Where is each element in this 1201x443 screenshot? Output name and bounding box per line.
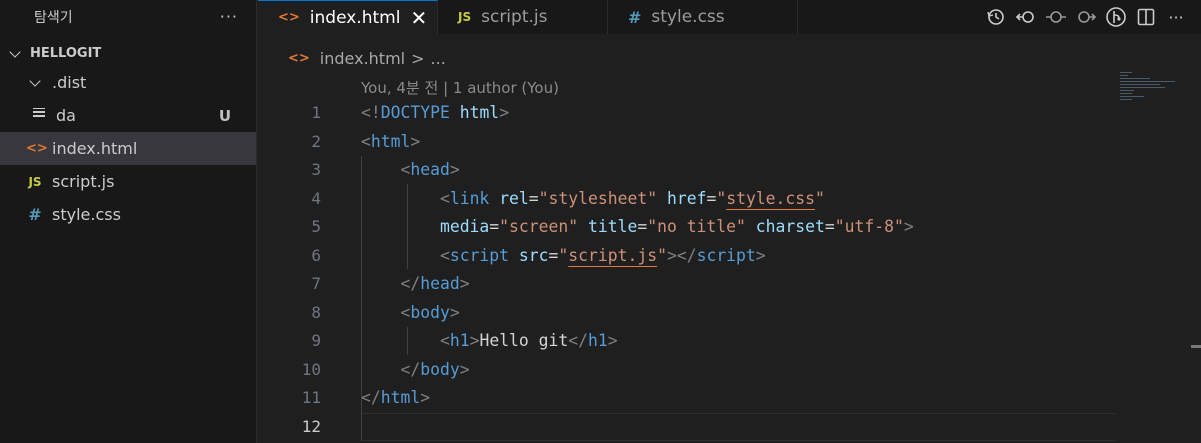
code-line[interactable]: 4 <link rel="stylesheet" href="style.css… (258, 184, 1118, 213)
line-number: 12 (301, 416, 321, 436)
folder-section-header[interactable]: HELLOGIT (0, 41, 256, 66)
breadcrumb-separator: > (411, 48, 425, 68)
breadcrumb-rest[interactable]: ... (431, 49, 446, 68)
tree-item-label: .dist (52, 73, 87, 92)
line-number: 3 (311, 159, 321, 179)
tree-item-dist[interactable]: .dist (0, 66, 256, 99)
code-line[interactable]: 6 <script src="script.js"></script> (258, 241, 1118, 270)
more-actions-icon[interactable]: ··· (220, 7, 238, 26)
scrollbar-marker[interactable] (1191, 345, 1201, 348)
line-number: 5 (311, 216, 321, 236)
lines-file-icon (30, 107, 48, 124)
timeline-history-icon[interactable] (981, 2, 1011, 32)
line-number: 7 (311, 273, 321, 293)
split-editor-icon[interactable] (1131, 2, 1161, 32)
breadcrumb: <> index.html > ... (258, 44, 446, 72)
chevron-down-icon (28, 75, 44, 91)
code-line[interactable]: 8 <body> (258, 298, 1118, 327)
git-graph-icon[interactable] (1101, 2, 1131, 32)
breadcrumb-file[interactable]: index.html (320, 49, 405, 68)
code-line[interactable]: 1 <!DOCTYPE html> (258, 98, 1118, 127)
git-blame-codelens[interactable]: You, 4분 전 | 1 author (You) (361, 77, 559, 98)
code-text: <script src="script.js"></script> (439, 245, 766, 265)
code-text: media="screen" title="no title" charset=… (439, 216, 914, 236)
code-line[interactable]: 10 </body> (258, 355, 1118, 384)
code-text: </body> (400, 359, 470, 379)
tree-item-label: index.html (52, 139, 138, 158)
commit-icon[interactable] (1041, 2, 1071, 32)
explorer-sidebar: 탐색기 ··· HELLOGIT .dist da U <> index.htm… (0, 0, 257, 443)
code-line[interactable]: 9 <h1>Hello git</h1> (258, 326, 1118, 355)
tab-label: style.css (651, 7, 725, 27)
close-icon[interactable]: ✕ (410, 6, 427, 30)
line-number: 4 (311, 188, 321, 208)
code-editor[interactable]: You, 4분 전 | 1 author (You) 1 <!DOCTYPE h… (258, 72, 1201, 443)
code-text: </head> (400, 273, 470, 293)
explorer-header: 탐색기 ··· (0, 0, 256, 33)
code-text: <html> (361, 131, 421, 151)
tree-item-style-css[interactable]: # style.css (0, 198, 256, 231)
html-icon: <> (288, 50, 310, 66)
code-text: </html> (361, 387, 431, 407)
code-line[interactable]: 3 <head> (258, 155, 1118, 184)
chevron-down-icon (8, 46, 24, 62)
css-icon: # (628, 7, 642, 27)
code-line[interactable]: 11 </html> (258, 383, 1118, 412)
css-icon: # (28, 205, 42, 224)
line-number: 1 (311, 102, 321, 122)
html-icon: <> (278, 10, 300, 25)
tab-index-html[interactable]: <> index.html ✕ (258, 0, 438, 34)
tab-label: script.js (481, 7, 548, 27)
line-number: 9 (311, 330, 321, 350)
js-icon: JS (28, 174, 42, 189)
tab-style-css[interactable]: # style.css (608, 0, 798, 34)
html-icon: <> (26, 141, 48, 156)
code-text: <h1>Hello git</h1> (439, 330, 618, 350)
tree-item-da[interactable]: da U (0, 99, 256, 132)
tab-script-js[interactable]: JS script.js (438, 0, 608, 34)
folder-name: HELLOGIT (30, 46, 102, 61)
code-line[interactable]: 7 </head> (258, 269, 1118, 298)
code-text: <head> (400, 159, 460, 179)
code-text: <!DOCTYPE html> (361, 102, 510, 122)
tree-item-label: script.js (52, 172, 115, 191)
line-number: 6 (311, 245, 321, 265)
line-number: 11 (301, 387, 321, 407)
code-text: <body> (400, 302, 460, 322)
tab-bar: <> index.html ✕ JS script.js # style.css… (258, 0, 1201, 34)
editor-actions: ··· (981, 0, 1201, 34)
tree-item-label: da (56, 106, 76, 125)
code-line[interactable]: 2 <html> (258, 127, 1118, 156)
code-text: <link rel="stylesheet" href="style.css" (439, 188, 825, 208)
tab-label: index.html (309, 7, 401, 28)
line-number: 2 (311, 131, 321, 151)
minimap[interactable] (1120, 72, 1180, 102)
tree-item-script-js[interactable]: JS script.js (0, 165, 256, 198)
more-actions-icon[interactable]: ··· (1161, 2, 1191, 32)
explorer-title: 탐색기 (34, 9, 73, 26)
tree-item-label: style.css (52, 205, 121, 224)
tree-item-index-html[interactable]: <> index.html (0, 132, 256, 165)
git-status-badge: U (218, 106, 231, 125)
line-number: 8 (311, 302, 321, 322)
code-line[interactable]: 12 (258, 412, 1118, 441)
line-number: 10 (301, 359, 321, 379)
js-icon: JS (458, 10, 472, 24)
next-change-icon[interactable] (1071, 2, 1101, 32)
code-line[interactable]: 5 media="screen" title="no title" charse… (258, 212, 1118, 241)
previous-change-icon[interactable] (1011, 2, 1041, 32)
